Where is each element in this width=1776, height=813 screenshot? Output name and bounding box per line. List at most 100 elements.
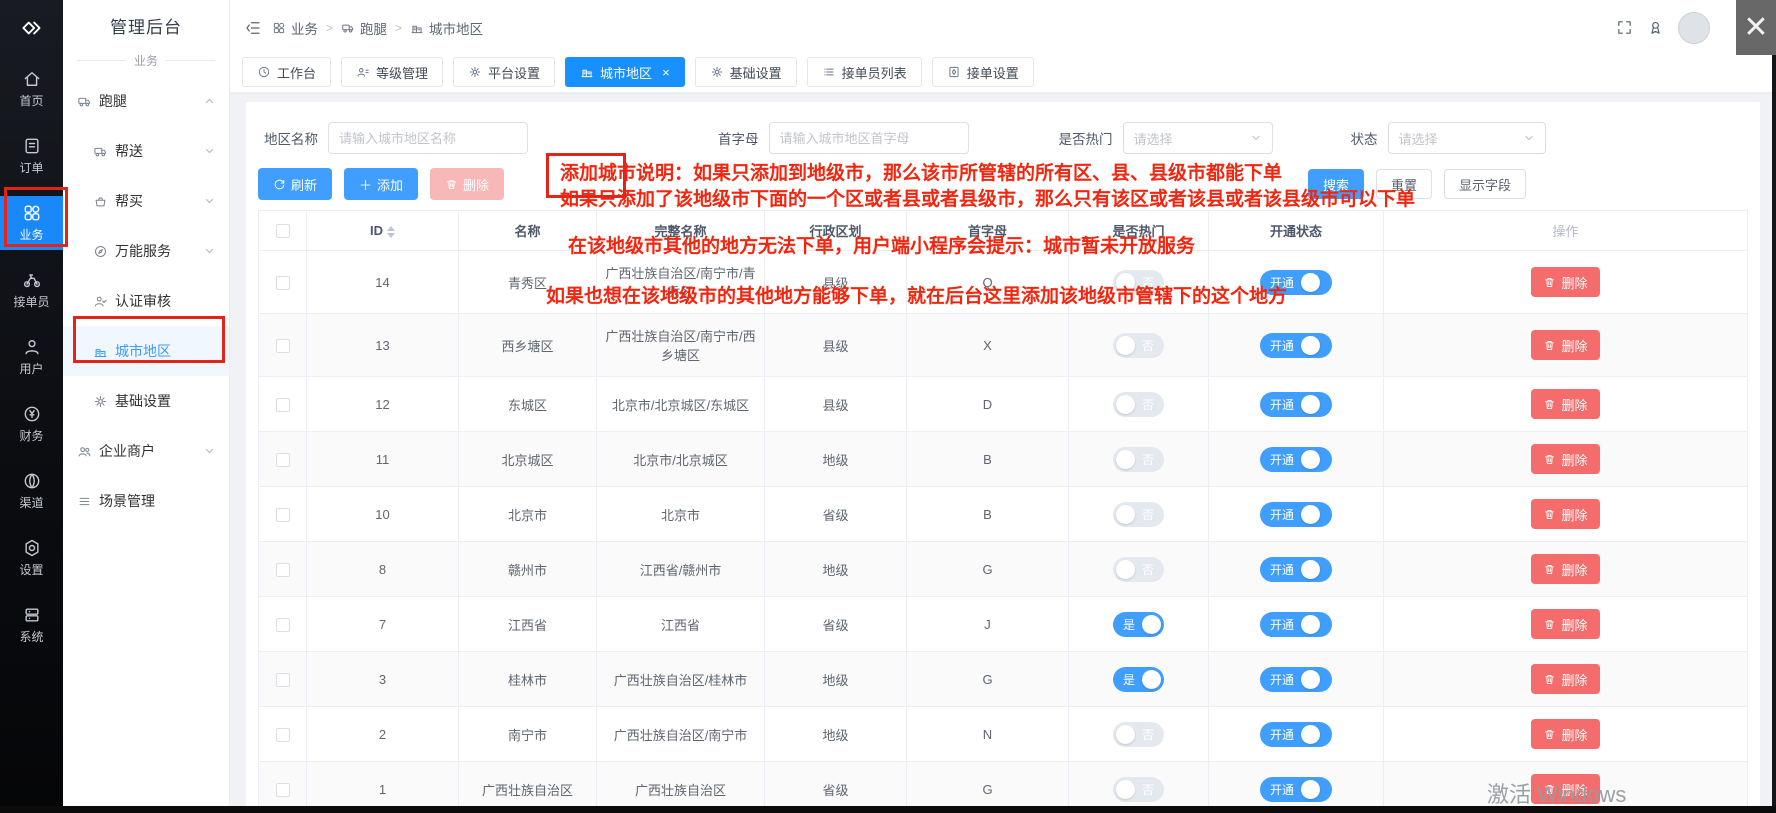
hot-toggle[interactable]: 否: [1113, 777, 1164, 802]
row-checkbox[interactable]: [276, 618, 290, 632]
rail-item-首页[interactable]: 首页: [0, 62, 63, 116]
trash-icon: [1543, 673, 1556, 686]
hot-toggle[interactable]: 否: [1113, 722, 1164, 747]
hot-toggle[interactable]: 是: [1113, 612, 1164, 637]
status-toggle[interactable]: 开通: [1260, 392, 1332, 417]
row-checkbox[interactable]: [276, 728, 290, 742]
collapse-sidebar-icon[interactable]: [244, 19, 262, 37]
breadcrumb-separator: >: [326, 21, 333, 35]
sidebar-item-企业商户[interactable]: 企业商户: [63, 426, 229, 476]
row-checkbox[interactable]: [276, 563, 290, 577]
refresh-button[interactable]: 刷新: [258, 168, 332, 200]
hot-toggle[interactable]: 否: [1113, 557, 1164, 582]
status-toggle[interactable]: 开通: [1260, 333, 1332, 358]
row-checkbox[interactable]: [276, 398, 290, 412]
fullscreen-icon[interactable]: [1616, 19, 1633, 36]
breadcrumb-item-城市地区[interactable]: 城市地区: [410, 18, 483, 38]
rail-item-系统[interactable]: 系统: [0, 598, 63, 652]
row-delete-button[interactable]: 删除: [1531, 609, 1599, 639]
hot-toggle[interactable]: 否: [1113, 270, 1164, 295]
row-checkbox[interactable]: [276, 453, 290, 467]
hot-toggle[interactable]: 否: [1113, 502, 1164, 527]
header-division: 行政区划: [765, 211, 907, 251]
region-name-input[interactable]: [328, 122, 528, 154]
cell-status: 开通: [1209, 377, 1384, 432]
breadcrumb-item-业务[interactable]: 业务: [272, 18, 318, 38]
status-toggle[interactable]: 开通: [1260, 270, 1332, 295]
cell-division: 县级: [765, 251, 907, 314]
sidebar-item-城市地区[interactable]: 城市地区: [63, 326, 229, 376]
row-checkbox[interactable]: [276, 339, 290, 353]
hot-toggle[interactable]: 否: [1113, 392, 1164, 417]
reset-label: 重置: [1391, 175, 1417, 194]
row-delete-button[interactable]: 删除: [1531, 719, 1599, 749]
table-row: 14青秀区广西壮族自治区/南宁市/青秀区县级Q否开通删除: [259, 251, 1748, 314]
rail-item-业务[interactable]: 业务: [0, 196, 63, 250]
sidebar-item-场景管理[interactable]: 场景管理: [63, 476, 229, 526]
row-delete-button[interactable]: 删除: [1531, 389, 1599, 419]
reset-button[interactable]: 重置: [1376, 169, 1432, 199]
row-delete-button[interactable]: 删除: [1531, 554, 1599, 584]
status-toggle[interactable]: 开通: [1260, 557, 1332, 582]
status-toggle[interactable]: 开通: [1260, 722, 1332, 747]
refresh-icon: [273, 178, 286, 191]
sidebar-item-认证审核[interactable]: 认证审核: [63, 276, 229, 326]
rail-item-设置[interactable]: 设置: [0, 531, 63, 585]
row-checkbox[interactable]: [276, 673, 290, 687]
hot-toggle[interactable]: 是: [1113, 667, 1164, 692]
row-checkbox[interactable]: [276, 783, 290, 797]
tab-接单设置[interactable]: 接单设置: [932, 57, 1034, 87]
status-toggle[interactable]: 开通: [1260, 667, 1332, 692]
search-button[interactable]: 搜索: [1308, 169, 1364, 199]
tab-等级管理[interactable]: 等级管理: [341, 57, 443, 87]
row-delete-button[interactable]: 删除: [1531, 444, 1599, 474]
row-checkbox[interactable]: [276, 508, 290, 522]
cell-initial: X: [907, 314, 1069, 377]
sort-icon[interactable]: [387, 226, 395, 238]
select-all-checkbox[interactable]: [276, 224, 290, 238]
main-area: 业务>跑腿>城市地区 工作台等级管理平台设置城市地区×基础设置接单员列表接单设置…: [230, 0, 1776, 806]
add-button[interactable]: ＋ 添加: [344, 168, 418, 200]
tab-接单员列表[interactable]: 接单员列表: [807, 57, 922, 87]
tab-城市地区[interactable]: 城市地区×: [565, 57, 685, 87]
breadcrumb-item-跑腿[interactable]: 跑腿: [341, 18, 387, 38]
tab-平台设置[interactable]: 平台设置: [453, 57, 555, 87]
status-select-value: 请选择: [1399, 129, 1438, 148]
breadcrumb: 业务>跑腿>城市地区: [272, 18, 483, 38]
tab-close-icon[interactable]: ×: [662, 66, 670, 79]
hot-select[interactable]: 请选择: [1123, 122, 1273, 154]
sidebar-item-跑腿[interactable]: 跑腿: [63, 76, 229, 126]
status-select[interactable]: 请选择: [1388, 122, 1546, 154]
sidebar-item-万能服务[interactable]: 万能服务: [63, 226, 229, 276]
row-delete-button[interactable]: 删除: [1531, 774, 1599, 804]
app-logo: [0, 0, 63, 46]
hot-toggle[interactable]: 否: [1113, 447, 1164, 472]
sidebar-item-帮买[interactable]: 帮买: [63, 176, 229, 226]
tab-工作台[interactable]: 工作台: [242, 57, 331, 87]
rail-item-渠道[interactable]: 渠道: [0, 464, 63, 518]
sidebar-item-基础设置[interactable]: 基础设置: [63, 376, 229, 426]
status-toggle[interactable]: 开通: [1260, 447, 1332, 472]
row-checkbox[interactable]: [276, 276, 290, 290]
tab-基础设置[interactable]: 基础设置: [695, 57, 797, 87]
seal-icon[interactable]: [1647, 19, 1664, 36]
status-toggle[interactable]: 开通: [1260, 502, 1332, 527]
row-delete-button[interactable]: 删除: [1531, 267, 1599, 297]
delete-button[interactable]: 删除: [430, 168, 504, 200]
row-delete-button[interactable]: 删除: [1531, 330, 1599, 360]
status-toggle[interactable]: 开通: [1260, 612, 1332, 637]
sidebar-item-帮送[interactable]: 帮送: [63, 126, 229, 176]
rail-item-订单[interactable]: 订单: [0, 129, 63, 183]
row-delete-button[interactable]: 删除: [1531, 664, 1599, 694]
status-toggle[interactable]: 开通: [1260, 777, 1332, 802]
plus-icon: ＋: [359, 175, 372, 194]
hot-toggle[interactable]: 否: [1113, 333, 1164, 358]
avatar[interactable]: [1678, 12, 1710, 44]
show-fields-button[interactable]: 显示字段: [1444, 169, 1526, 199]
close-overlay-button[interactable]: ✕: [1736, 0, 1776, 55]
initial-input[interactable]: [769, 122, 969, 154]
row-delete-button[interactable]: 删除: [1531, 499, 1599, 529]
rail-item-接单员[interactable]: 接单员: [0, 263, 63, 317]
rail-item-财务[interactable]: 财务: [0, 397, 63, 451]
rail-item-用户[interactable]: 用户: [0, 330, 63, 384]
